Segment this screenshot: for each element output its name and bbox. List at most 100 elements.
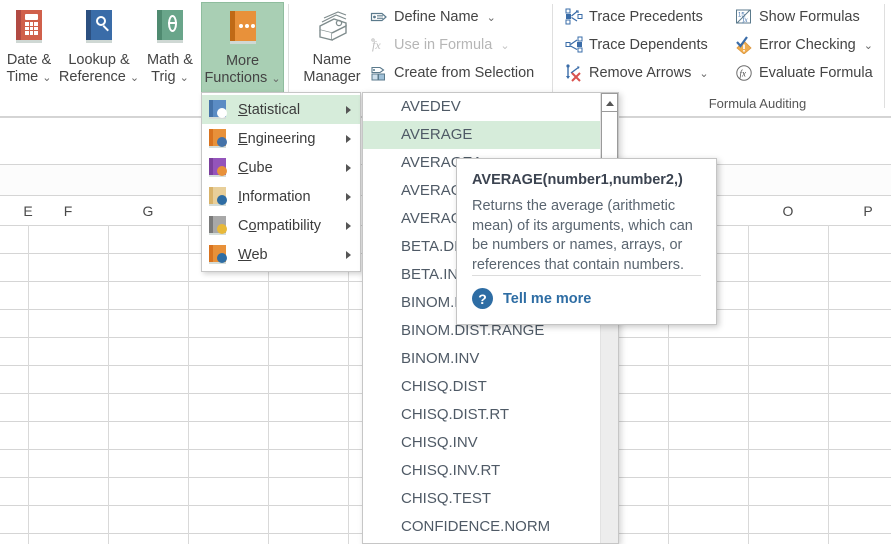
name-manager-icon: [310, 6, 354, 50]
big-button-label: Lookup &Reference ⌄: [59, 52, 139, 87]
column-header-f[interactable]: F: [28, 203, 108, 219]
submenu-arrow-icon: [346, 222, 351, 230]
statistical-book-icon: [208, 99, 229, 120]
menu-item-label: Web: [238, 247, 268, 263]
compatibility-book-icon: [208, 215, 229, 236]
submenu-arrow-icon: [346, 164, 351, 172]
big-button-name-manager[interactable]: NameManager: [294, 2, 370, 88]
command-use-in-formula[interactable]: fx Use in Formula ⌄: [370, 32, 510, 58]
submenu-arrow-icon: [346, 193, 351, 201]
command-label: Remove Arrows: [589, 65, 691, 81]
menu-item-cube[interactable]: Cube: [202, 153, 360, 182]
command-label: Trace Dependents: [589, 37, 708, 53]
grid-column-line: [188, 225, 189, 544]
function-item-binom-inv[interactable]: BINOM.INV: [363, 345, 618, 373]
function-tooltip: AVERAGE(number1,number2,) Returns the av…: [456, 158, 717, 325]
command-trace-precedents[interactable]: Trace Precedents: [565, 4, 703, 30]
trace-dependents-icon: [565, 36, 583, 54]
calendar-book-icon: [7, 6, 51, 50]
function-item-chisq-inv-rt[interactable]: CHISQ.INV.RT: [363, 457, 618, 485]
chevron-down-icon[interactable]: ⌄: [500, 39, 509, 52]
command-label: Define Name: [394, 9, 479, 25]
submenu-arrow-icon: [346, 251, 351, 259]
menu-item-label: Engineering: [238, 131, 315, 147]
big-button-lookup-reference[interactable]: Lookup &Reference ⌄: [58, 2, 140, 89]
grid-column-line: [28, 225, 29, 544]
column-header-g[interactable]: G: [108, 203, 188, 219]
trace-precedents-icon: [565, 8, 583, 26]
excel-window: EFGHIJKLMNOP Date &Time ⌄: [0, 0, 891, 544]
column-header-o[interactable]: O: [748, 203, 828, 219]
chevron-down-icon[interactable]: ⌄: [487, 11, 496, 24]
command-remove-arrows[interactable]: Remove Arrows ⌄: [565, 60, 709, 86]
help-icon: ?: [472, 288, 493, 309]
big-button-label: MoreFunctions ⌄: [204, 53, 280, 88]
chevron-down-icon[interactable]: ⌄: [699, 67, 708, 80]
tooltip-title: AVERAGE(number1,number2,): [472, 172, 701, 188]
grid-column-line: [268, 225, 269, 544]
svg-text:fx: fx: [740, 69, 747, 79]
submenu-arrow-icon: [346, 135, 351, 143]
column-header-p[interactable]: P: [828, 203, 891, 219]
menu-item-label: Information: [238, 189, 311, 205]
grid-column-line: [828, 225, 829, 544]
tooltip-body: Returns the average (arithmetic mean) of…: [472, 197, 701, 275]
menu-item-statistical[interactable]: Statistical: [202, 95, 360, 124]
evaluate-formula-icon: fx: [735, 64, 753, 82]
grid-column-line: [348, 225, 349, 544]
theta-book-icon: [148, 6, 192, 50]
command-label: Use in Formula: [394, 37, 492, 53]
big-button-date-time[interactable]: Date &Time ⌄: [0, 2, 58, 89]
menu-item-label: Cube: [238, 160, 273, 176]
grid-column-line: [748, 225, 749, 544]
big-button-label: Date &Time ⌄: [7, 52, 52, 87]
group-label-formula-auditing: Formula Auditing: [620, 96, 891, 111]
big-button-math-trig[interactable]: Math &Trig ⌄: [140, 2, 200, 89]
cube-book-icon: [208, 157, 229, 178]
command-label: Show Formulas: [759, 9, 860, 25]
ellipsis-book-icon: [221, 7, 265, 51]
engineering-book-icon: [208, 128, 229, 149]
big-button-label: NameManager: [303, 52, 360, 86]
function-item-confidence-norm[interactable]: CONFIDENCE.NORM: [363, 513, 618, 541]
web-book-icon: [208, 244, 229, 265]
svg-text:fx: fx: [372, 38, 381, 52]
command-create-from-selection[interactable]: Create from Selection: [370, 60, 534, 86]
command-label: Error Checking: [759, 37, 856, 53]
menu-item-engineering[interactable]: Engineering: [202, 124, 360, 153]
function-item-avedev[interactable]: AVEDEV: [363, 93, 618, 121]
grid-column-line: [108, 225, 109, 544]
big-button-more-functions[interactable]: MoreFunctions ⌄: [201, 2, 284, 94]
function-item-chisq-dist-rt[interactable]: CHISQ.DIST.RT: [363, 401, 618, 429]
function-item-chisq-dist[interactable]: CHISQ.DIST: [363, 373, 618, 401]
tag-icon: [370, 8, 388, 26]
menu-item-web[interactable]: Web: [202, 240, 360, 269]
command-label: Trace Precedents: [589, 9, 703, 25]
command-error-checking[interactable]: Error Checking ⌄: [735, 32, 873, 58]
error-checking-icon: [735, 36, 753, 54]
tell-me-more-link[interactable]: ? Tell me more: [472, 288, 591, 309]
command-show-formulas[interactable]: 15 fx Show Formulas: [735, 4, 860, 30]
magnifier-book-icon: [77, 6, 121, 50]
command-label: Create from Selection: [394, 65, 534, 81]
fx-icon: fx: [370, 36, 388, 54]
command-evaluate-formula[interactable]: fx Evaluate Formula: [735, 60, 873, 86]
function-category-menu[interactable]: Statistical Engineering Cube Information Com…: [201, 92, 361, 272]
menu-item-compatibility[interactable]: Compatibility: [202, 211, 360, 240]
command-label: Evaluate Formula: [759, 65, 873, 81]
scroll-up-button[interactable]: [601, 93, 618, 112]
chevron-down-icon[interactable]: ⌄: [864, 39, 873, 52]
command-trace-dependents[interactable]: Trace Dependents: [565, 32, 708, 58]
big-button-label: Math &Trig ⌄: [147, 52, 193, 87]
function-item-chisq-inv[interactable]: CHISQ.INV: [363, 429, 618, 457]
function-item-chisq-test[interactable]: CHISQ.TEST: [363, 485, 618, 513]
menu-item-label: Statistical: [238, 102, 300, 118]
function-item-average[interactable]: AVERAGE: [363, 121, 618, 149]
menu-item-information[interactable]: Information: [202, 182, 360, 211]
tooltip-divider: [472, 275, 701, 276]
submenu-arrow-icon: [346, 106, 351, 114]
menu-item-label: Compatibility: [238, 218, 321, 234]
command-define-name[interactable]: Define Name ⌄: [370, 4, 496, 30]
information-book-icon: [208, 186, 229, 207]
show-formulas-icon: 15 fx: [735, 8, 753, 26]
